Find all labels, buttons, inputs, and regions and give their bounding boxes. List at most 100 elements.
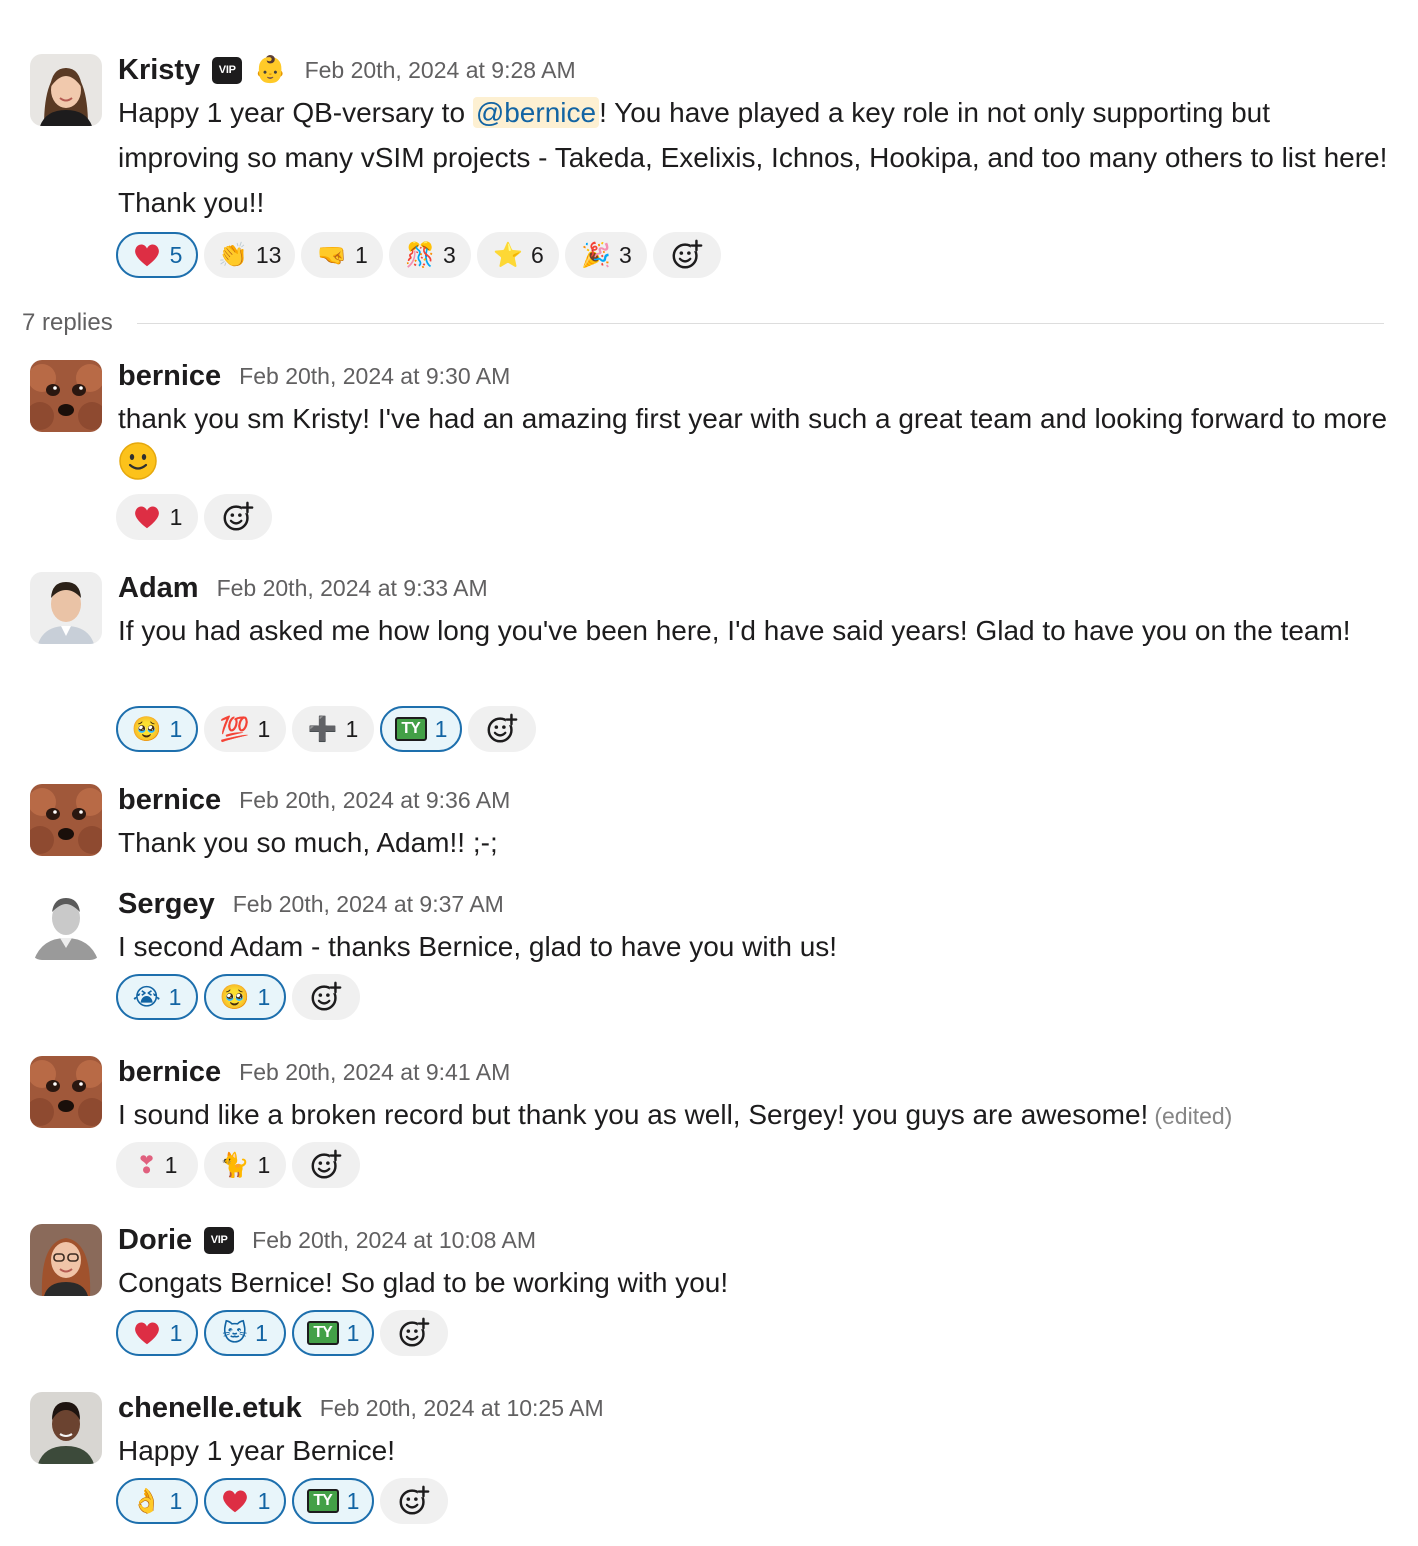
avatar-dorie-image — [30, 1224, 102, 1296]
reaction-pleading-face[interactable]: 🥹 1 — [116, 706, 198, 752]
reaction-confetti[interactable]: 🎊 3 — [389, 232, 472, 278]
vip-badge-icon: VIP — [212, 56, 243, 84]
edited-label: (edited) — [1154, 1103, 1233, 1129]
hundred-points-icon: 💯 — [219, 715, 250, 743]
avatar-bernice[interactable] — [30, 1056, 102, 1128]
author-name[interactable]: bernice — [118, 784, 221, 817]
add-reaction-icon — [670, 238, 704, 272]
add-reaction-icon — [397, 1316, 431, 1350]
reactions-bar: 5 👏 13 🤜 1 🎊 3 ⭐ 6 🎉 3 — [116, 232, 722, 278]
message-header: chenelle.etuk Feb 20th, 2024 at 10:25 AM — [118, 1390, 604, 1426]
message-text: Congats Bernice! So glad to be working w… — [118, 1267, 729, 1298]
avatar-adam-image — [30, 572, 102, 644]
slightly-smiling-face-icon — [118, 441, 158, 494]
author-name[interactable]: bernice — [118, 360, 221, 393]
author-name[interactable]: Kristy — [118, 54, 200, 87]
ty-icon: TY — [306, 1321, 339, 1345]
loudly-crying-face-icon: 😭 — [132, 983, 161, 1011]
reaction-party-popper[interactable]: 🎉 3 — [565, 232, 648, 278]
reactions-bar: 👌 1 1 TY 1 — [116, 1478, 448, 1524]
add-reaction-button[interactable] — [380, 1478, 448, 1524]
reactions-bar: 🥹 1 💯 1 ➕ 1 TY 1 — [116, 706, 536, 752]
add-reaction-icon — [221, 500, 255, 534]
message-header: bernice Feb 20th, 2024 at 9:41 AM — [118, 1054, 510, 1090]
avatar-bernice-image — [30, 360, 102, 432]
avatar-bernice-image — [30, 784, 102, 856]
add-reaction-icon — [309, 1148, 343, 1182]
message-header: bernice Feb 20th, 2024 at 9:36 AM — [118, 782, 510, 818]
ty-icon: TY — [394, 717, 427, 741]
timestamp[interactable]: Feb 20th, 2024 at 10:08 AM — [252, 1227, 536, 1254]
vip-badge-icon: VIP — [204, 1226, 235, 1254]
avatar-dorie[interactable] — [30, 1224, 102, 1296]
avatar-bernice[interactable] — [30, 784, 102, 856]
avatar-sergey-image — [30, 888, 102, 960]
avatar-kristy[interactable] — [30, 54, 102, 126]
replies-count: 7 replies — [22, 309, 113, 336]
reactions-bar: 1 🐱 1 TY 1 — [116, 1310, 448, 1356]
author-name[interactable]: bernice — [118, 1056, 221, 1089]
add-reaction-button[interactable] — [204, 494, 272, 540]
timestamp[interactable]: Feb 20th, 2024 at 9:36 AM — [239, 787, 510, 814]
message-text: Happy 1 year Bernice! — [118, 1435, 396, 1466]
add-reaction-button[interactable] — [292, 974, 360, 1020]
heart-icon — [220, 1486, 250, 1516]
reaction-clap[interactable]: 👏 13 — [204, 232, 296, 278]
reaction-heart[interactable]: 1 — [116, 494, 198, 540]
message-text: I sound like a broken record but thank y… — [118, 1099, 1233, 1130]
reaction-heart[interactable]: 5 — [116, 232, 198, 278]
message-header: bernice Feb 20th, 2024 at 9:30 AM — [118, 358, 510, 394]
timestamp[interactable]: Feb 20th, 2024 at 9:37 AM — [233, 891, 504, 918]
timestamp[interactable]: Feb 20th, 2024 at 9:33 AM — [217, 575, 488, 602]
star-icon: ⭐ — [493, 241, 524, 269]
add-reaction-button[interactable] — [380, 1310, 448, 1356]
replies-divider: 7 replies — [22, 306, 1384, 340]
reactions-bar: 😭 1 🥹 1 — [116, 974, 360, 1020]
message-text: Happy 1 year QB-versary to @bernice! You… — [118, 97, 1388, 218]
timestamp[interactable]: Feb 20th, 2024 at 9:41 AM — [239, 1059, 510, 1086]
reaction-ty[interactable]: TY 1 — [380, 706, 462, 752]
pleading-face-icon: 🥹 — [131, 715, 162, 743]
timestamp[interactable]: Feb 20th, 2024 at 9:28 AM — [305, 57, 576, 84]
message-header: Kristy VIP 👶 Feb 20th, 2024 at 9:28 AM — [118, 52, 576, 88]
add-reaction-button[interactable] — [653, 232, 722, 278]
reaction-cat[interactable]: 🐈 1 — [204, 1142, 286, 1188]
author-name[interactable]: chenelle.etuk — [118, 1392, 302, 1425]
reaction-heart[interactable]: 1 — [204, 1478, 286, 1524]
reaction-cat-face[interactable]: 🐱 1 — [204, 1310, 286, 1356]
message-text: Thank you so much, Adam!! ;-; — [118, 827, 498, 858]
reaction-ty[interactable]: TY 1 — [292, 1310, 374, 1356]
ok-hand-icon: 👌 — [131, 1487, 162, 1515]
cat-icon: 🐈 — [219, 1151, 250, 1179]
divider-line — [136, 322, 1384, 324]
add-reaction-button[interactable] — [292, 1142, 360, 1188]
add-reaction-icon — [397, 1484, 431, 1518]
reaction-heart-exclamation[interactable]: ❣ 1 — [116, 1142, 198, 1188]
reaction-crying-face[interactable]: 😭 1 — [116, 974, 198, 1020]
mention-bernice[interactable]: @bernice — [472, 97, 600, 128]
reaction-hundred[interactable]: 💯 1 — [204, 706, 286, 752]
reaction-star[interactable]: ⭐ 6 — [477, 232, 560, 278]
avatar-chenelle-image — [30, 1392, 102, 1464]
reaction-heart[interactable]: 1 — [116, 1310, 198, 1356]
avatar-bernice[interactable] — [30, 360, 102, 432]
plus-icon: ➕ — [307, 715, 338, 743]
avatar-chenelle[interactable] — [30, 1392, 102, 1464]
timestamp[interactable]: Feb 20th, 2024 at 9:30 AM — [239, 363, 510, 390]
message-text: I second Adam - thanks Bernice, glad to … — [118, 931, 838, 962]
author-name[interactable]: Adam — [118, 572, 199, 605]
heart-icon — [132, 240, 162, 270]
reaction-ty[interactable]: TY 1 — [292, 1478, 374, 1524]
reaction-plus[interactable]: ➕ 1 — [292, 706, 374, 752]
avatar-adam[interactable] — [30, 572, 102, 644]
author-name[interactable]: Sergey — [118, 888, 215, 921]
reaction-ok-hand[interactable]: 👌 1 — [116, 1478, 198, 1524]
timestamp[interactable]: Feb 20th, 2024 at 10:25 AM — [320, 1395, 604, 1422]
reaction-fist-bump[interactable]: 🤜 1 — [301, 232, 384, 278]
ty-icon: TY — [306, 1489, 339, 1513]
author-name[interactable]: Dorie — [118, 1224, 192, 1257]
heart-icon — [132, 1318, 162, 1348]
add-reaction-button[interactable] — [468, 706, 536, 752]
reaction-pleading-face[interactable]: 🥹 1 — [204, 974, 286, 1020]
avatar-sergey[interactable] — [30, 888, 102, 960]
